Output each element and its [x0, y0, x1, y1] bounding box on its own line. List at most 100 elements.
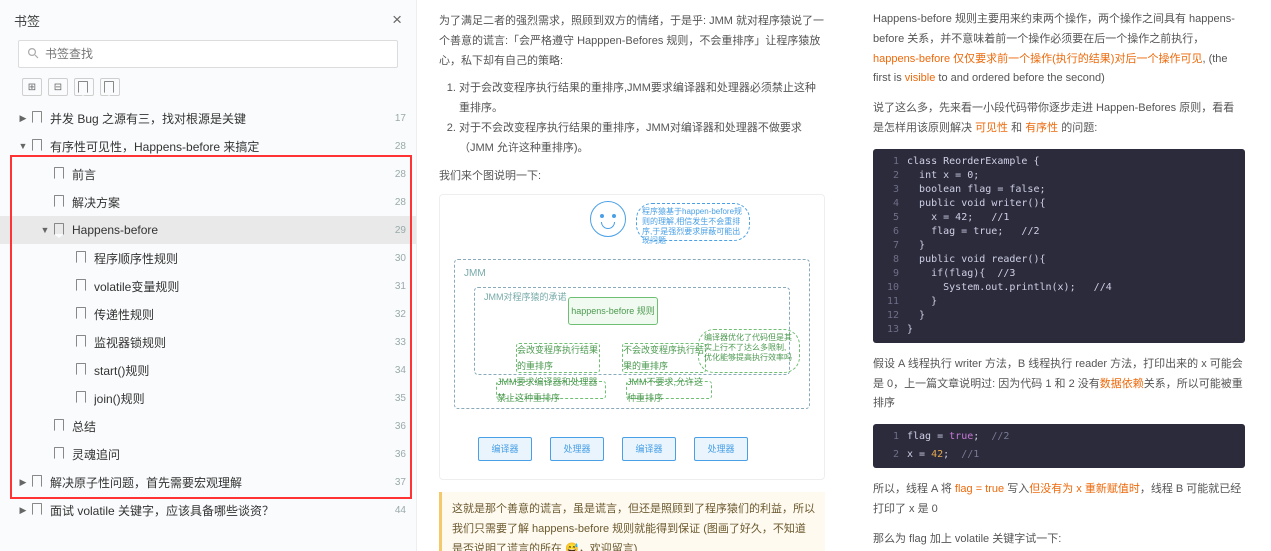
bookmark-label: 解决原子性问题，首先需要宏观理解 — [50, 474, 389, 491]
page-number: 28 — [389, 197, 406, 208]
bookmark-label: 程序顺序性规则 — [94, 250, 389, 267]
close-icon[interactable]: × — [392, 10, 402, 30]
highlighted-text: 但没有为 x 重新赋值时 — [1029, 483, 1140, 495]
bookmark-label: 前言 — [72, 166, 389, 183]
article-column-right: Happens-before 规则主要用来约束两个操作，两个操作之间具有 hap… — [847, 0, 1271, 551]
bookmark-row[interactable]: 总结36 — [0, 412, 416, 440]
bookmark-filled-icon[interactable] — [74, 78, 94, 96]
search-input[interactable] — [39, 47, 389, 61]
bookmark-icon — [54, 167, 66, 182]
bookmark-row[interactable]: 解决方案28 — [0, 188, 416, 216]
bookmark-label: 并发 Bug 之源有三，找对根源是关键 — [50, 110, 389, 127]
page-number: 36 — [389, 449, 406, 460]
page-number: 17 — [389, 113, 406, 124]
bookmark-row[interactable]: 传递性规则32 — [0, 300, 416, 328]
list-item: 对于不会改变程序执行结果的重排序，JMM对编译器和处理器不做要求（JMM 允许这… — [459, 119, 825, 159]
text: to and ordered before the second) — [935, 72, 1104, 84]
text: Happens-before 规则主要用来约束两个操作，两个操作之间具有 hap… — [873, 13, 1235, 45]
bookmark-row[interactable]: 灵魂追问36 — [0, 440, 416, 468]
bookmark-icon — [54, 447, 66, 462]
bookmark-label: 有序性可见性，Happens-before 来搞定 — [50, 138, 389, 155]
bookmark-label: 总结 — [72, 418, 389, 435]
bookmark-icon — [76, 363, 88, 378]
bookmark-row[interactable]: start()规则34 — [0, 356, 416, 384]
bookmark-row[interactable]: ▼ Happens-before29 — [0, 216, 416, 244]
page-number: 33 — [389, 337, 406, 348]
compiler-box-1: 编译器 — [478, 437, 532, 461]
bookmark-label: start()规则 — [94, 362, 389, 379]
bookmark-row[interactable]: 程序顺序性规则30 — [0, 244, 416, 272]
bookmark-row[interactable]: ▶并发 Bug 之源有三，找对根源是关键17 — [0, 104, 416, 132]
bookmark-row[interactable]: ▶ 解决原子性问题，首先需要宏观理解37 — [0, 468, 416, 496]
paragraph: 所以，线程 A 将 flag = true 写入但没有为 x 重新赋值时，线程 … — [873, 480, 1245, 520]
bookmark-icon — [54, 195, 66, 210]
speech-cloud-compiler: 编译器优化了代码但是其实上行不了达么多限制,优化能够提高执行效率吗 — [698, 329, 800, 373]
code-block-1: 1class ReorderExample {2 int x = 0;3 boo… — [873, 149, 1245, 343]
bookmark-row[interactable]: ▶ 面试 volatile 关键字，应该具备哪些谈资？44 — [0, 496, 416, 524]
page-number: 30 — [389, 253, 406, 264]
bookmark-title: 书签 — [14, 11, 40, 30]
highlighted-text: 可见性 — [975, 122, 1008, 134]
page-number: 37 — [389, 477, 406, 488]
page-number: 32 — [389, 309, 406, 320]
highlighted-text: flag = true — [955, 483, 1004, 495]
bookmark-label: join()规则 — [94, 390, 389, 407]
code-block-2: 1flag = true; //2 2x = 42; //1 — [873, 424, 1245, 468]
caret-icon: ▼ — [18, 141, 28, 151]
bookmark-row[interactable]: 监视器锁规则33 — [0, 328, 416, 356]
collapse-all-icon[interactable]: ⊟ — [48, 78, 68, 96]
page-number: 44 — [389, 505, 406, 516]
bookmark-row[interactable]: ▼有序性可见性，Happens-before 来搞定28 — [0, 132, 416, 160]
bookmark-label: 解决方案 — [72, 194, 389, 211]
intro-paragraph: 为了满足二者的强烈需求，照顾到双方的情绪，于是乎: JMM 就对程序猿说了一个善… — [439, 12, 825, 71]
jmm-diagram: 程序猿基于happen-before规则的理解,相信发生不会重排序,于是强烈要求… — [439, 194, 825, 480]
caret-icon: ▶ — [18, 505, 28, 516]
bookmark-tree: ▶并发 Bug 之源有三，找对根源是关键17▼有序性可见性，Happens-be… — [0, 104, 416, 524]
bookmark-label: 传递性规则 — [94, 306, 389, 323]
bookmark-label: 监视器锁规则 — [94, 334, 389, 351]
page-number: 34 — [389, 365, 406, 376]
bookmark-icon — [76, 251, 88, 266]
bookmark-panel: 书签 × ⊞ ⊟ ▶并发 Bug 之源有三，找对根源是关键17▼有序性可见性，H… — [0, 0, 417, 551]
highlighted-text: happens-before 仅仅要求前一个操作(执行的结果)对后一个操作可见 — [873, 53, 1202, 65]
bookmark-toolbar: ⊞ ⊟ — [0, 78, 416, 104]
strategy-list: 对于会改变程序执行结果的重排序,JMM要求编译器和处理器必须禁止这种重排序。 对… — [439, 79, 825, 158]
caption: 我们来个图说明一下: — [439, 167, 825, 187]
reorder-affect-box: 会改变程序执行结果的重排序 — [516, 343, 600, 373]
paragraph: 说了这么多，先来看一小段代码带你逐步走进 Happen-Befores 原则，看… — [873, 99, 1245, 139]
bookmark-icon — [54, 223, 66, 238]
bookmark-row[interactable]: 前言28 — [0, 160, 416, 188]
bookmark-label: 面试 volatile 关键字，应该具备哪些谈资？ — [50, 502, 389, 519]
bookmark-icon — [32, 139, 44, 154]
page-number: 28 — [389, 169, 406, 180]
processor-box-1: 处理器 — [550, 437, 604, 461]
bookmark-label: Happens-before — [72, 223, 389, 237]
page-number: 31 — [389, 281, 406, 292]
bookmark-row[interactable]: volatile变量规则31 — [0, 272, 416, 300]
bookmark-label: 灵魂追问 — [72, 446, 389, 463]
compiler-box-2: 编译器 — [622, 437, 676, 461]
jmm-label: JMM — [464, 265, 486, 283]
bookmark-outline-icon[interactable] — [100, 78, 120, 96]
bookmark-search[interactable] — [18, 40, 398, 68]
jmm-inner-label: JMM对程序猿的承诺 — [484, 289, 567, 305]
bookmark-icon — [76, 391, 88, 406]
bookmark-icon — [32, 111, 44, 126]
caret-icon: ▶ — [18, 477, 28, 488]
expand-all-icon[interactable]: ⊞ — [22, 78, 42, 96]
bookmark-icon — [76, 307, 88, 322]
bookmark-icon — [32, 503, 44, 518]
caret-icon: ▼ — [40, 225, 50, 235]
page-number: 35 — [389, 393, 406, 404]
page-number: 29 — [389, 225, 406, 236]
bookmark-icon — [32, 475, 44, 490]
speech-cloud-programmer: 程序猿基于happen-before规则的理解,相信发生不会重排序,于是强烈要求… — [636, 203, 750, 241]
reorder-safe-box: 不会改变程序执行结果的重排序 — [622, 343, 706, 373]
highlighted-text: 有序性 — [1025, 122, 1058, 134]
bookmark-row[interactable]: join()规则35 — [0, 384, 416, 412]
hb-rule-box: happens-before 规则 — [568, 297, 658, 325]
bookmark-icon — [76, 335, 88, 350]
list-item: 对于会改变程序执行结果的重排序,JMM要求编译器和处理器必须禁止这种重排序。 — [459, 79, 825, 119]
search-icon — [27, 47, 39, 62]
article-column-left: 为了满足二者的强烈需求，照顾到双方的情绪，于是乎: JMM 就对程序猿说了一个善… — [417, 0, 847, 551]
